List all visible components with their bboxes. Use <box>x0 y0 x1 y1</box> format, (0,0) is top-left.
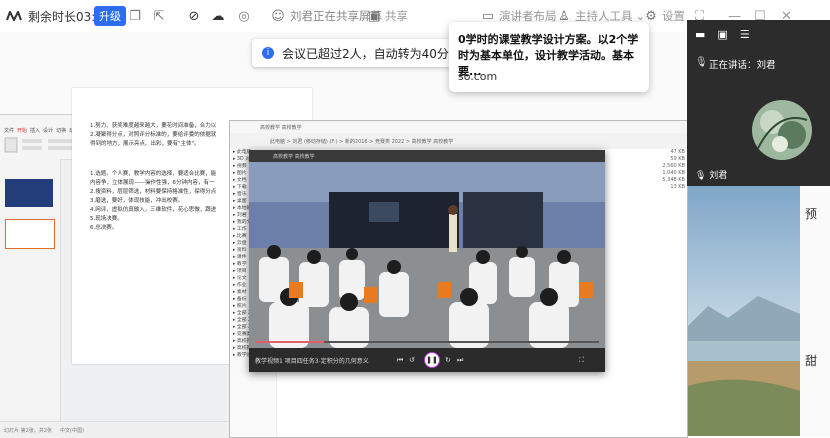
participant-name-tag: 🎙︎ 刘君 <box>695 171 728 181</box>
next-icon[interactable]: ⏭ <box>457 356 463 365</box>
wallpaper-landscape-image <box>688 186 800 436</box>
open-external-icon[interactable]: ⇱ <box>151 8 167 24</box>
search-result-popup[interactable]: 0学时的课堂教学设计方案。以2个学时为基本单位，设计教学活动。基本要... so… <box>449 22 649 92</box>
slide-thumbnails <box>0 159 61 421</box>
ppt-tab[interactable]: 文件 <box>4 128 14 134</box>
meeting-notice-toast: i 会议已超过2人，自动转为40分钟限时会议 <box>252 39 464 67</box>
video-progress-fill <box>255 341 324 343</box>
mute-video-icon[interactable]: ⊘ <box>186 8 202 24</box>
speaking-indicator: 正在讲话：刘君 <box>709 57 776 71</box>
stop-share-label[interactable]: 共享 <box>385 8 408 24</box>
app-logo-icon <box>6 11 22 21</box>
wallpaper-edge-text: 甜 <box>805 354 818 368</box>
microphone-icon: 🎙︎ <box>695 57 708 68</box>
settings-button[interactable]: 设置 <box>662 8 685 24</box>
avatar-image <box>752 100 812 160</box>
panel-view-controls: ▬ ▣ ☰ <box>695 28 750 41</box>
video-title-bar: 高校教学 高校教学 <box>249 150 605 162</box>
upgrade-button[interactable]: 升级 <box>94 6 126 26</box>
minimize-panel-icon[interactable]: ▬ <box>695 28 705 41</box>
cloud-off-icon[interactable]: ☁ <box>210 8 226 24</box>
slide-thumbnail-1[interactable] <box>5 179 53 207</box>
pause-icon: ❚❚ <box>426 356 438 364</box>
video-frame[interactable] <box>249 162 605 348</box>
notice-text: 会议已超过2人，自动转为40分钟限时会议 <box>282 46 457 61</box>
ppt-tab[interactable]: 设计 <box>43 128 53 134</box>
fullscreen-video-icon[interactable]: ⛶ <box>579 356 584 365</box>
previous-icon[interactable]: ⏮ <box>397 356 403 365</box>
video-progress-bar[interactable] <box>255 341 599 343</box>
stop-share-icon[interactable]: ▣ <box>366 8 382 24</box>
ppt-status-bar: 幻灯片 第2张，共2张 中文(中国) <box>0 421 232 438</box>
video-controls: 教学视频1 项目四任务3-定积分的几何意义 ⏮ ↺ ❚❚ ↻ ⏭ ⛶ <box>249 348 605 372</box>
forward-icon[interactable]: ↻ <box>445 356 451 364</box>
video-caption: 教学视频1 项目四任务3-定积分的几何意义 <box>255 358 369 365</box>
slide-text-block-2: 1.选题。个人赛，教学内容的选择，要适合比赛，能 内容争，立体展现——操作性强，… <box>90 171 217 231</box>
desktop-wallpaper <box>688 186 800 436</box>
participant-avatar[interactable] <box>752 100 812 160</box>
ppt-tab[interactable]: 插入 <box>30 128 40 134</box>
classroom-video-image <box>249 162 605 348</box>
app-logo <box>6 0 22 32</box>
video-window-title: 高校教学 高校教学 <box>273 154 315 160</box>
speaker-name: 刘君 <box>756 60 776 71</box>
hide-view-icon[interactable]: ◎ <box>236 8 252 24</box>
gallery-view-icon[interactable]: ▣ <box>717 28 727 41</box>
explorer-title: 高校教学 高校教学 <box>260 125 302 131</box>
pause-button[interactable]: ❚❚ <box>424 352 440 368</box>
slide-thumbnail-2[interactable] <box>5 219 55 249</box>
info-icon: i <box>262 47 274 59</box>
slide-count: 幻灯片 第2张，共2张 <box>4 428 52 434</box>
ppt-tab[interactable]: 开始 <box>17 128 27 134</box>
explorer-path[interactable]: 此电脑 > 刘君 (移动存储) (F:) > 新的2016 > 竞赛类 2022… <box>270 138 453 145</box>
copy-link-icon[interactable]: ❐ <box>127 8 143 24</box>
rewind-icon[interactable]: ↺ <box>409 356 415 364</box>
video-player-window: 高校教学 高校教学 教学视频1 项目四任务3-定积分的几何意义 ⏮ ↺ ❚❚ ↻… <box>249 150 605 372</box>
explorer-address-bar[interactable]: 此电脑 > 刘君 (移动存储) (F:) > 新的2016 > 竞赛类 2022… <box>230 133 687 149</box>
slide-text-block-1: 1.努力、获奖难度越来越大，要花时间准备，合力以 2.凝聚得分点，对照评分标准的… <box>90 123 217 147</box>
list-view-icon[interactable]: ☰ <box>740 28 750 41</box>
user-icon: ☺ <box>271 8 285 24</box>
explorer-title-bar: 高校教学 高校教学 <box>230 121 687 133</box>
language-status: 中文(中国) <box>60 428 84 434</box>
ppt-tab[interactable]: 切换 <box>56 128 66 134</box>
participant-name: 刘君 <box>709 171 728 181</box>
wallpaper-edge-text: 预 <box>805 207 818 221</box>
popup-domain: so.com <box>458 70 498 83</box>
participant-panel: ▬ ▣ ☰ 🎙︎ 正在讲话：刘君 🎙︎ 刘君 <box>687 20 830 186</box>
speaking-label: 正在讲话： <box>709 60 757 71</box>
